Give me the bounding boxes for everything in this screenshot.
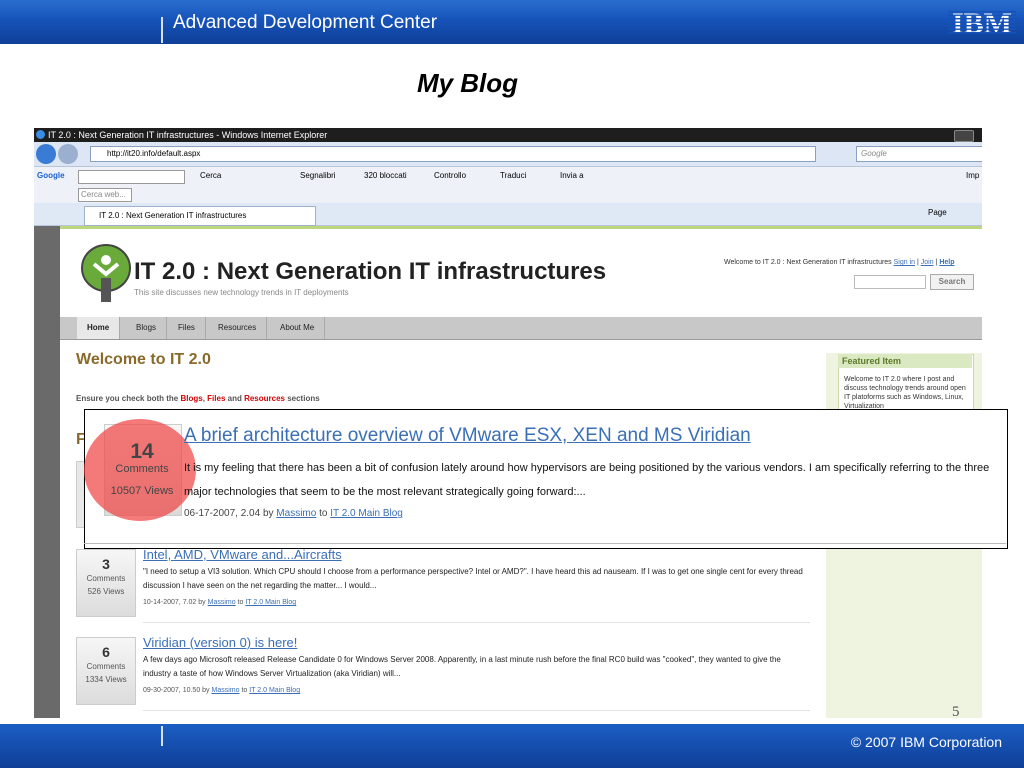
header-title: Advanced Development Center (173, 12, 438, 33)
blogs-link[interactable]: Blogs (180, 394, 202, 403)
join-link[interactable]: Join (921, 259, 934, 266)
google-logo: Google (37, 171, 65, 180)
zoom-author-link[interactable]: Massimo (276, 508, 316, 519)
featured-text: Welcome to IT 2.0 where I post and discu… (844, 376, 966, 410)
blog-link[interactable]: IT 2.0 Main Blog (245, 599, 296, 606)
comment-count-box: 3 Comments 526 Views (76, 549, 136, 617)
comments-label: Comments (86, 574, 126, 583)
zoom-blog-link[interactable]: IT 2.0 Main Blog (330, 508, 403, 519)
back-icon[interactable] (36, 144, 56, 164)
page-number: 5 (952, 704, 960, 720)
copyright-text: © 2007 IBM Corporation (850, 734, 1002, 750)
toolbar-imp[interactable]: Imp (966, 167, 979, 185)
browser-tab[interactable]: IT 2.0 : Next Generation IT infrastructu… (84, 206, 316, 226)
comment-count-box: 6 Comments 1334 Views (76, 637, 136, 705)
sign-in-link[interactable]: Sign in (894, 259, 915, 266)
zoom-comment-count: 14 (130, 440, 154, 463)
zoom-divider (84, 543, 1006, 544)
tree-logo-icon (81, 244, 131, 302)
address-bar: http://it20.info/default.aspx Google (34, 142, 982, 167)
google-search-button[interactable]: Cerca (200, 167, 221, 185)
post-title-link[interactable]: Viridian (version 0) is here! (143, 635, 297, 650)
post-meta: 09-30-2007, 10.50 by Massimo to IT 2.0 M… (143, 687, 301, 694)
post-divider (143, 710, 810, 711)
files-link[interactable]: Files (207, 394, 225, 403)
header-divider (161, 17, 163, 43)
views-count: 526 Views (87, 587, 125, 596)
site-title: IT 2.0 : Next Generation IT infrastructu… (134, 258, 607, 285)
search-web-input[interactable]: Cerca web... (78, 188, 132, 202)
zoom-comments-label: Comments (115, 463, 169, 475)
site-search-button[interactable]: Search (930, 274, 974, 290)
post-divider (143, 622, 810, 623)
site-nav: Home Blogs Files Resources About Me (60, 317, 982, 340)
tab-bar: IT 2.0 : Next Generation IT infrastructu… (34, 203, 982, 226)
send-to-button[interactable]: Invia a (560, 167, 584, 185)
views-count: 1334 Views (85, 675, 127, 684)
top-accent-line (60, 226, 982, 229)
nav-resources[interactable]: Resources (208, 317, 268, 339)
nav-about[interactable]: About Me (270, 317, 326, 339)
resources-link[interactable]: Resources (244, 394, 285, 403)
minimize-button[interactable] (954, 130, 974, 142)
comment-count: 6 (102, 644, 110, 660)
ensure-text: Ensure you check both the Blogs, Files a… (76, 394, 320, 403)
nav-blogs[interactable]: Blogs (126, 317, 168, 339)
zoom-views-count: 10507 Views (110, 485, 174, 497)
page-menu[interactable]: Page (928, 208, 947, 217)
slide-header-bar (0, 0, 1024, 44)
zoom-post-meta: 06-17-2007, 2.04 by Massimo to IT 2.0 Ma… (184, 508, 403, 519)
zoom-post-title-link[interactable]: A brief architecture overview of VMware … (184, 425, 751, 447)
browser-search-field[interactable]: Google (856, 146, 982, 162)
forward-icon[interactable] (58, 144, 78, 164)
url-field[interactable]: http://it20.info/default.aspx (90, 146, 816, 162)
window-title: IT 2.0 : Next Generation IT infrastructu… (48, 130, 328, 140)
site-search-input[interactable] (854, 275, 926, 289)
translate-button[interactable]: Traduci (500, 167, 526, 185)
comments-label: Comments (86, 662, 126, 671)
site-subtitle: This site discusses new technology trend… (134, 288, 349, 297)
welcome-line: Welcome to IT 2.0 : Next Generation IT i… (724, 259, 955, 266)
browser-titlebar: IT 2.0 : Next Generation IT infrastructu… (34, 128, 982, 142)
spellcheck-button[interactable]: Controllo (434, 167, 466, 185)
author-link[interactable]: Massimo (212, 687, 240, 694)
featured-heading: Featured Item (838, 354, 972, 368)
ie-icon (36, 130, 45, 139)
post-title-link[interactable]: Intel, AMD, VMware and...Aircrafts (143, 547, 342, 562)
ibm-logo: IBM (948, 6, 1016, 36)
nav-files[interactable]: Files (168, 317, 206, 339)
google-toolbar: Google Cerca Segnalibri 320 bloccati Con… (34, 167, 982, 186)
welcome-heading: Welcome to IT 2.0 (76, 351, 211, 368)
post-excerpt: A few days ago Microsoft released Releas… (143, 655, 781, 678)
post-excerpt: "I need to setup a VI3 solution. Which C… (143, 567, 803, 590)
slide-title: My Blog (416, 68, 519, 98)
popup-blocker[interactable]: 320 bloccati (364, 167, 407, 185)
comment-count: 3 (102, 556, 110, 572)
blog-link[interactable]: IT 2.0 Main Blog (249, 687, 300, 694)
author-link[interactable]: Massimo (208, 599, 236, 606)
post-meta: 10-14-2007, 7.02 by Massimo to IT 2.0 Ma… (143, 599, 297, 606)
google-search-input[interactable] (78, 170, 185, 184)
search-toolbar: Cerca web... (34, 185, 982, 204)
help-link[interactable]: Help (939, 259, 954, 266)
zoom-post-excerpt: It is my feeling that there has been a b… (184, 462, 990, 498)
bookmarks-button[interactable]: Segnalibri (300, 167, 336, 185)
nav-home[interactable]: Home (77, 317, 121, 339)
footer-divider (161, 726, 163, 746)
left-strip (34, 226, 60, 718)
